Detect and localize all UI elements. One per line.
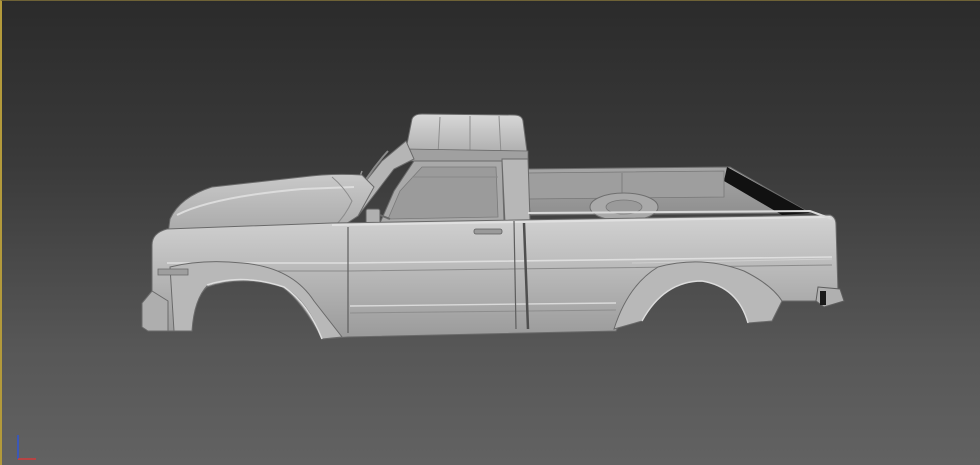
view-axis-gizmo-icon <box>17 435 36 460</box>
spare-tire <box>589 192 659 222</box>
cab-roof <box>405 113 529 162</box>
bed-interior <box>526 166 812 216</box>
rear-bumper <box>815 286 845 308</box>
b-pillar <box>501 158 531 224</box>
pickup-truck-body-model[interactable] <box>2 1 980 465</box>
3d-viewport[interactable] <box>0 0 980 465</box>
side-window <box>379 160 505 224</box>
